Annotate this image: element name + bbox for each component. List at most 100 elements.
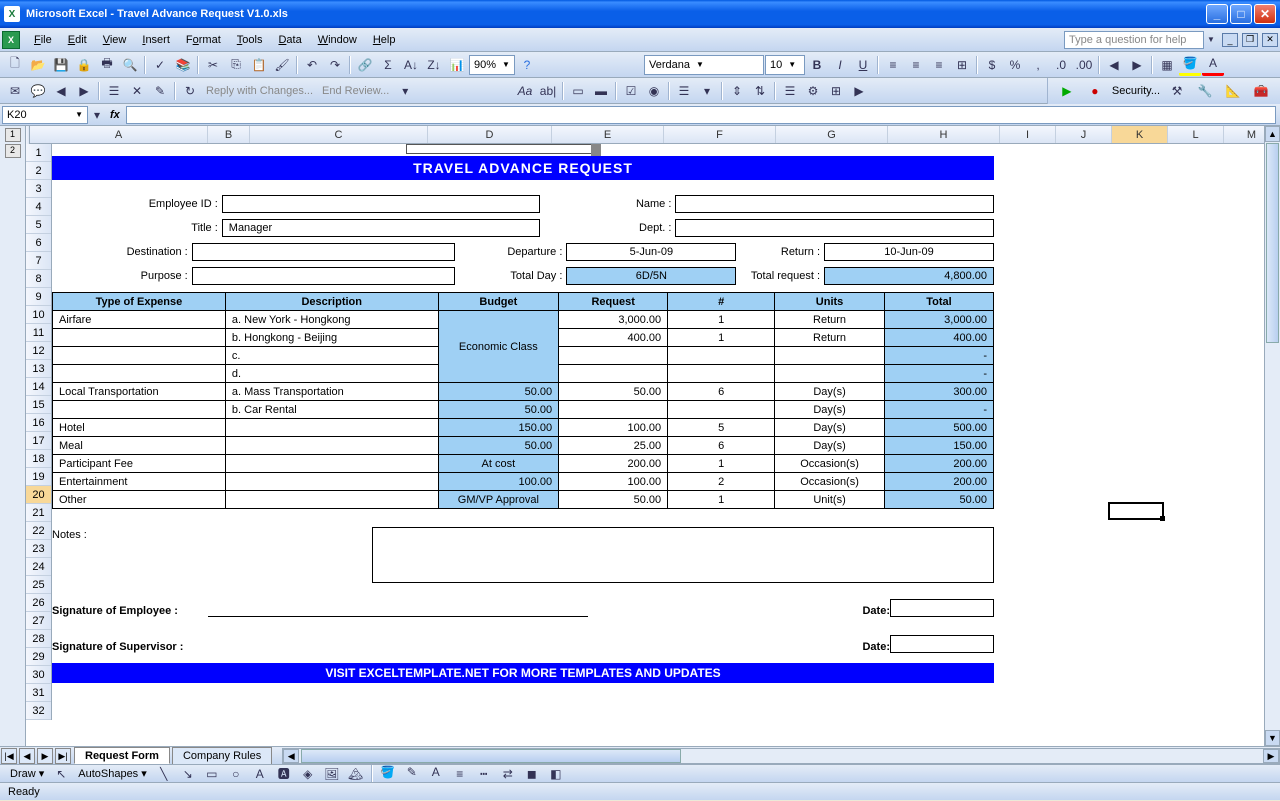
row-header-5[interactable]: 5 [26,216,51,234]
table-row[interactable]: Meal50.0025.006Day(s)150.00 [53,437,994,455]
delete-comment-icon[interactable]: ✕ [126,80,148,102]
print-icon[interactable]: 🖶 [96,54,118,76]
new-comment-icon[interactable]: ✉ [4,80,26,102]
increase-decimal-icon[interactable]: .0 [1050,54,1072,76]
zoom-select[interactable]: 90%▼ [469,55,515,75]
doc-close-button[interactable]: ✕ [1262,33,1278,47]
input-date-2[interactable] [890,635,994,653]
input-dept[interactable] [675,219,994,237]
row-header-1[interactable]: 1 [26,144,51,162]
decrease-decimal-icon[interactable]: .00 [1073,54,1095,76]
input-return[interactable]: 10-Jun-09 [824,243,994,261]
research-icon[interactable]: 📚 [172,54,194,76]
sort-asc-icon[interactable]: A↓ [400,54,422,76]
align-right-icon[interactable]: ≡ [928,54,950,76]
menu-format[interactable]: Format [178,31,229,49]
col-header-K[interactable]: K [1112,126,1168,143]
formula-input[interactable] [126,106,1276,124]
tab-request-form[interactable]: Request Form [74,747,170,764]
scrollbar-control-icon[interactable]: ⇕ [726,80,748,102]
new-icon[interactable]: 🗋 [4,54,26,76]
col-header-I[interactable]: I [1000,126,1056,143]
hscroll-right-icon[interactable]: ▶ [1263,749,1279,763]
row-header-12[interactable]: 12 [26,342,51,360]
control-toolbox-icon[interactable]: 🧰 [1250,80,1272,102]
font-size-select[interactable]: 10▼ [765,55,805,75]
tab-first-icon[interactable]: |◀ [1,748,17,764]
code-icon[interactable]: ⚙ [802,80,824,102]
vba-icon[interactable]: ⚒ [1166,80,1188,102]
menu-tools[interactable]: Tools [229,31,271,49]
col-header-B[interactable]: B [208,126,250,143]
bold-icon[interactable]: B [806,54,828,76]
worksheet-grid[interactable]: ABCDEFGHIJKLM 12345678910111213141516171… [26,126,1280,746]
input-notes[interactable] [372,527,994,583]
menu-help[interactable]: Help [365,31,404,49]
option-control-icon[interactable]: ◉ [643,80,665,102]
row-header-23[interactable]: 23 [26,540,51,558]
row-header-28[interactable]: 28 [26,630,51,648]
table-row[interactable]: Local Transportationa. Mass Transportati… [53,383,994,401]
row-header-13[interactable]: 13 [26,360,51,378]
table-row[interactable]: b. Car Rental50.00Day(s)- [53,401,994,419]
input-purpose[interactable] [192,267,455,285]
currency-icon[interactable]: $ [981,54,1003,76]
fill-color-icon[interactable]: 🪣 [1179,54,1201,76]
label-control-icon[interactable]: Aa [514,80,536,102]
active-cell[interactable] [1108,502,1164,520]
autoshapes-menu[interactable]: AutoShapes ▾ [74,767,151,780]
col-header-L[interactable]: L [1168,126,1224,143]
reply-changes-label[interactable]: Reply with Changes... [202,85,317,97]
copy-icon[interactable]: ⎘ [225,54,247,76]
outline-level-1[interactable]: 1 [5,128,21,142]
next-comment-icon[interactable]: ▶ [73,80,95,102]
help-icon[interactable]: ? [516,54,538,76]
row-header-9[interactable]: 9 [26,288,51,306]
merge-icon[interactable]: ⊞ [951,54,973,76]
col-header-E[interactable]: E [552,126,664,143]
prev-comment-icon[interactable]: ◀ [50,80,72,102]
undo-icon[interactable]: ↶ [301,54,323,76]
row-header-32[interactable]: 32 [26,702,51,720]
scroll-down-icon[interactable]: ▼ [1265,730,1280,746]
input-date-1[interactable] [890,599,994,617]
row-header-6[interactable]: 6 [26,234,51,252]
underline-icon[interactable]: U [852,54,874,76]
sort-desc-icon[interactable]: Z↓ [423,54,445,76]
col-header-F[interactable]: F [664,126,776,143]
decrease-indent-icon[interactable]: ◀ [1103,54,1125,76]
table-row[interactable]: Participant FeeAt cost200.001Occasion(s)… [53,455,994,473]
table-row[interactable]: Airfarea. New York - HongkongEconomic Cl… [53,311,994,329]
draw-menu[interactable]: Draw ▾ [6,767,48,780]
row-header-11[interactable]: 11 [26,324,51,342]
col-header-C[interactable]: C [250,126,428,143]
row-header-15[interactable]: 15 [26,396,51,414]
group-box-icon[interactable]: ▭ [567,80,589,102]
increase-indent-icon[interactable]: ▶ [1126,54,1148,76]
col-header-D[interactable]: D [428,126,552,143]
menu-data[interactable]: Data [270,31,309,49]
paste-icon[interactable]: 📋 [248,54,270,76]
scroll-up-icon[interactable]: ▲ [1265,126,1280,142]
permission-icon[interactable]: 🔒 [73,54,95,76]
row-header-31[interactable]: 31 [26,684,51,702]
horizontal-scrollbar[interactable]: ◀ ▶ [282,748,1280,764]
row-header-4[interactable]: 4 [26,198,51,216]
help-dropdown-icon[interactable]: ▼ [1204,29,1218,51]
row-header-19[interactable]: 19 [26,468,51,486]
row-header-27[interactable]: 27 [26,612,51,630]
doc-restore-button[interactable]: ❐ [1242,33,1258,47]
col-header-J[interactable]: J [1056,126,1112,143]
print-preview-icon[interactable]: 🔍 [119,54,141,76]
table-row[interactable]: Entertainment100.00100.002Occasion(s)200… [53,473,994,491]
list-control-icon[interactable]: ☰ [673,80,695,102]
open-icon[interactable]: 📂 [27,54,49,76]
row-header-21[interactable]: 21 [26,504,51,522]
row-header-29[interactable]: 29 [26,648,51,666]
row-header-25[interactable]: 25 [26,576,51,594]
menu-window[interactable]: Window [310,31,365,49]
outline-level-2[interactable]: 2 [5,144,21,158]
row-header-24[interactable]: 24 [26,558,51,576]
input-title[interactable]: Manager [222,219,541,237]
close-button[interactable]: ✕ [1254,4,1276,24]
